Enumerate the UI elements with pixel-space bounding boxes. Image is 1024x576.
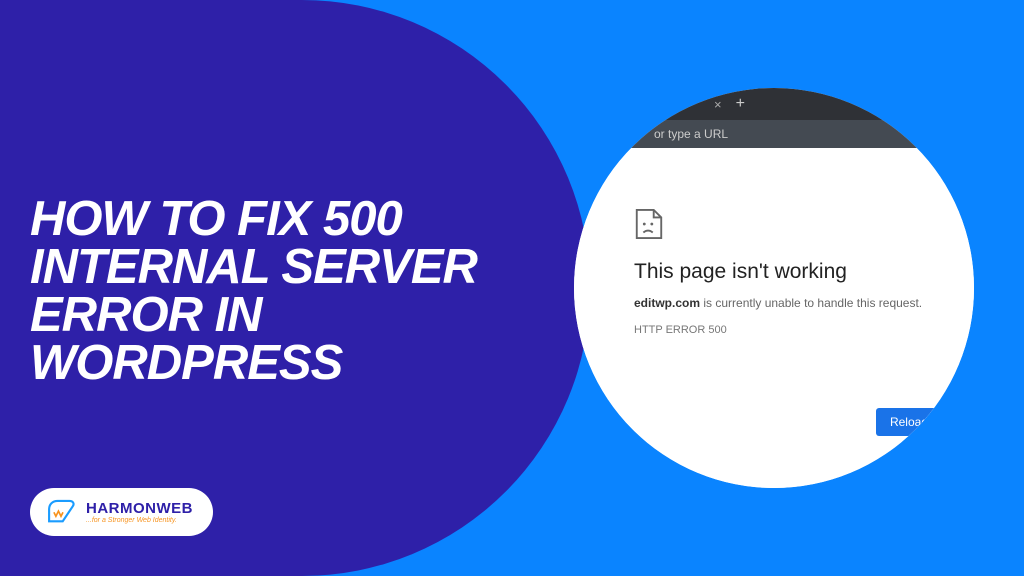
left-panel: HOW TO FIX 500INTERNAL SERVERERROR INWOR…: [0, 0, 590, 576]
sad-page-icon: [634, 208, 664, 240]
error-desc-suffix: is currently unable to handle this reque…: [700, 296, 922, 310]
brand-text: HARMONWEB ...for a Stronger Web Identity…: [86, 500, 193, 524]
error-description: editwp.com is currently unable to handle…: [634, 296, 934, 310]
error-page: This page isn't working editwp.com is cu…: [574, 148, 974, 488]
new-tab-icon[interactable]: +: [736, 95, 745, 113]
browser-frame: × + or type a URL This page isn't workin…: [574, 88, 974, 488]
error-domain: editwp.com: [634, 296, 700, 310]
url-bar[interactable]: or type a URL: [574, 120, 974, 148]
brand-logo-icon: [44, 497, 78, 527]
brand-badge: HARMONWEB ...for a Stronger Web Identity…: [30, 488, 213, 536]
main-heading: HOW TO FIX 500INTERNAL SERVERERROR INWOR…: [30, 195, 477, 387]
error-code: HTTP ERROR 500: [634, 324, 934, 336]
close-tab-icon[interactable]: ×: [714, 97, 722, 112]
brand-name: HARMONWEB: [86, 500, 193, 517]
browser-preview-circle: × + or type a URL This page isn't workin…: [574, 88, 974, 488]
tab-bar: × +: [574, 88, 974, 120]
url-hint-text: or type a URL: [654, 127, 728, 141]
error-title: This page isn't working: [634, 260, 934, 284]
brand-tagline: ...for a Stronger Web Identity.: [86, 517, 193, 524]
reload-button[interactable]: Reload: [876, 408, 942, 436]
